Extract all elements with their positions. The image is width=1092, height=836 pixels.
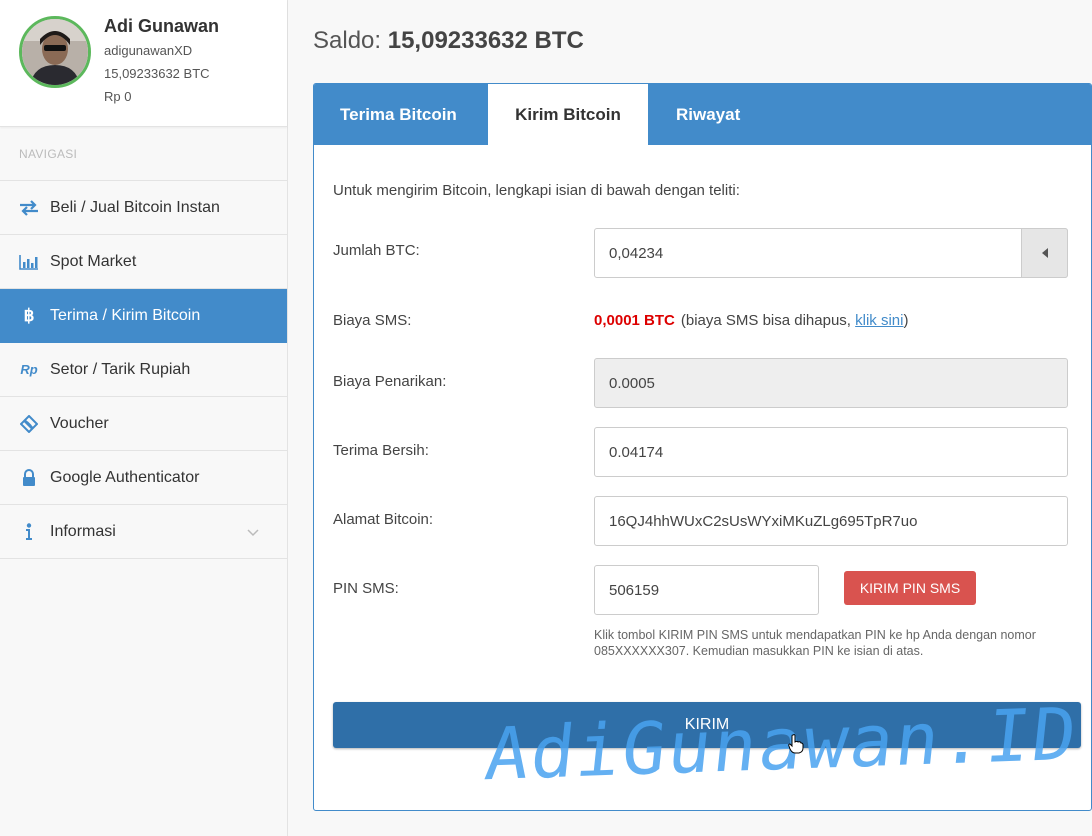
alamat-bitcoin-input[interactable]: 16QJ4hhWUxC2sUsWYxiMKuZLg695TpR7uo bbox=[594, 496, 1068, 546]
biaya-penarikan-value: 0.0005 bbox=[609, 374, 655, 392]
alamat-bitcoin-label: Alamat Bitcoin: bbox=[333, 511, 434, 528]
terima-bersih-field[interactable]: 0.04174 bbox=[594, 427, 1068, 477]
jumlah-btc-input[interactable]: 0,04234 bbox=[594, 228, 1068, 278]
lock-icon bbox=[18, 467, 40, 489]
profile-btc-balance: 15,09233632 BTC bbox=[104, 66, 210, 81]
remove-sms-fee-link[interactable]: klik sini bbox=[855, 312, 903, 329]
jumlah-btc-label: Jumlah BTC: bbox=[333, 242, 420, 259]
tab-kirim-bitcoin[interactable]: Kirim Bitcoin bbox=[488, 84, 648, 146]
terima-bersih-value: 0.04174 bbox=[609, 443, 664, 461]
rupiah-icon: Rp bbox=[20, 362, 38, 377]
bar-chart-icon bbox=[18, 251, 40, 273]
send-bitcoin-panel: Terima Bitcoin Kirim Bitcoin Riwayat Unt… bbox=[313, 83, 1092, 811]
sidebar-item-label: Terima / Kirim Bitcoin bbox=[50, 306, 201, 324]
sidebar-item-label: Informasi bbox=[50, 522, 116, 540]
ticket-icon bbox=[18, 413, 40, 435]
tab-riwayat[interactable]: Riwayat bbox=[676, 84, 740, 145]
profile-rp-balance: Rp 0 bbox=[104, 89, 132, 104]
nav-heading: NAVIGASI bbox=[0, 127, 287, 181]
sidebar-item-label: Google Authenticator bbox=[50, 468, 200, 486]
profile-card: Adi Gunawan adigunawanXD 15,09233632 BTC… bbox=[0, 0, 287, 127]
sidebar-item-spot-market[interactable]: Spot Market bbox=[0, 235, 287, 289]
sidebar-item-google-auth[interactable]: Google Authenticator bbox=[0, 451, 287, 505]
terima-bersih-label: Terima Bersih: bbox=[333, 442, 429, 459]
pin-help-text: Klik tombol KIRIM PIN SMS untuk mendapat… bbox=[594, 628, 1036, 658]
biaya-sms-note: (biaya SMS bisa dihapus, bbox=[680, 312, 856, 329]
sidebar-item-label: Voucher bbox=[50, 414, 109, 432]
tab-terima-bitcoin[interactable]: Terima Bitcoin bbox=[340, 84, 457, 145]
tab-bar: Terima Bitcoin Kirim Bitcoin Riwayat bbox=[314, 84, 1091, 146]
avatar-photo bbox=[22, 19, 88, 85]
exchange-arrows-icon bbox=[18, 197, 40, 219]
sidebar-item-beli-jual[interactable]: Beli / Jual Bitcoin Instan bbox=[0, 181, 287, 235]
biaya-sms-value: 0,0001 BTC bbox=[594, 312, 675, 329]
alamat-bitcoin-value: 16QJ4hhWUxC2sUsWYxiMKuZLg695TpR7uo bbox=[609, 512, 918, 530]
saldo-label: Saldo: bbox=[313, 27, 382, 54]
kirim-button[interactable]: KIRIM bbox=[333, 702, 1081, 748]
saldo-value: 15,09233632 BTC bbox=[387, 27, 584, 54]
form-intro: Untuk mengirim Bitcoin, lengkapi isian d… bbox=[333, 182, 740, 199]
pin-sms-input[interactable]: 506159 bbox=[594, 565, 819, 615]
hand-cursor-icon bbox=[788, 734, 804, 759]
sidebar: Adi Gunawan adigunawanXD 15,09233632 BTC… bbox=[0, 0, 288, 836]
sidebar-item-label: Spot Market bbox=[50, 252, 137, 270]
biaya-sms-info: 0,0001 BTC (biaya SMS bisa dihapus, klik … bbox=[594, 312, 908, 329]
biaya-penarikan-field: 0.0005 bbox=[594, 358, 1068, 408]
pin-sms-label: PIN SMS: bbox=[333, 580, 399, 597]
caret-left-icon[interactable] bbox=[1021, 228, 1068, 278]
avatar[interactable] bbox=[19, 16, 91, 88]
chevron-down-icon bbox=[247, 524, 259, 542]
sidebar-item-terima-kirim[interactable]: ฿ Terima / Kirim Bitcoin bbox=[0, 289, 287, 343]
bitcoin-icon: ฿ bbox=[23, 305, 35, 325]
biaya-sms-note-end: ) bbox=[903, 312, 909, 329]
send-pin-sms-button[interactable]: KIRIM PIN SMS bbox=[844, 571, 976, 605]
biaya-penarikan-label: Biaya Penarikan: bbox=[333, 373, 447, 390]
saldo-heading: Saldo: 15,09233632 BTC bbox=[313, 27, 584, 55]
jumlah-btc-value: 0,04234 bbox=[609, 244, 664, 262]
pin-sms-value: 506159 bbox=[609, 581, 660, 599]
sidebar-item-label: Setor / Tarik Rupiah bbox=[50, 360, 191, 378]
profile-username: adigunawanXD bbox=[104, 43, 193, 58]
sidebar-item-voucher[interactable]: Voucher bbox=[0, 397, 287, 451]
sidebar-item-informasi[interactable]: Informasi bbox=[0, 505, 287, 559]
info-icon bbox=[18, 521, 40, 543]
profile-name: Adi Gunawan bbox=[104, 16, 220, 36]
sidebar-item-label: Beli / Jual Bitcoin Instan bbox=[50, 198, 220, 216]
biaya-sms-label: Biaya SMS: bbox=[333, 312, 412, 329]
sidebar-item-setor-tarik[interactable]: Rp Setor / Tarik Rupiah bbox=[0, 343, 287, 397]
